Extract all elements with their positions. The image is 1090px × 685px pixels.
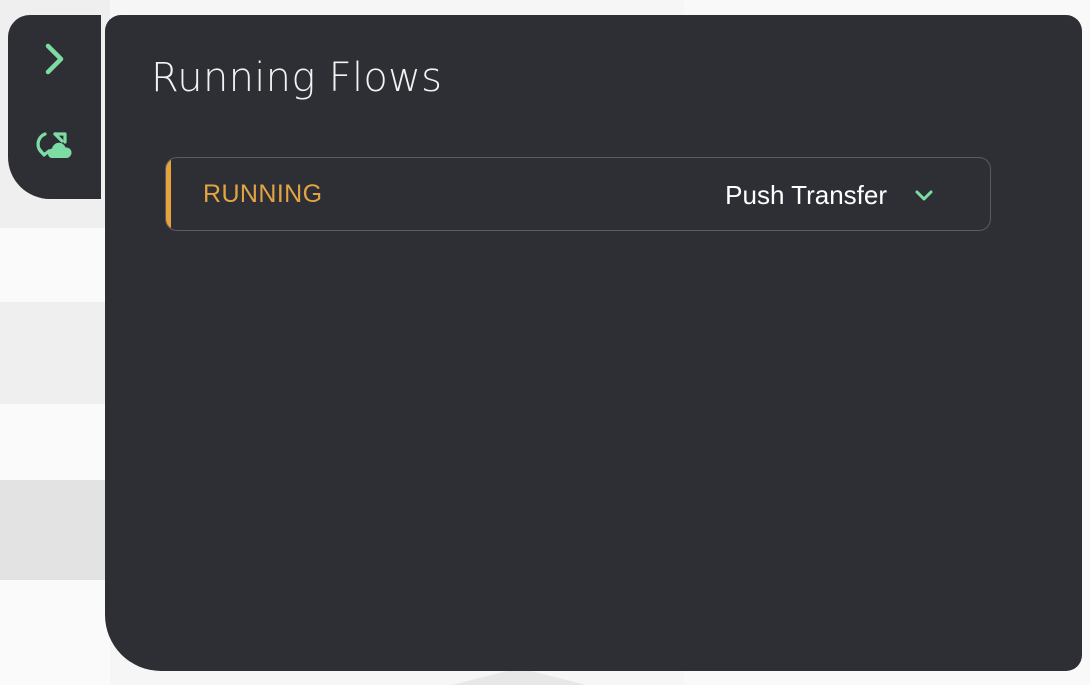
flow-status-accent bbox=[166, 158, 171, 230]
side-toolbar bbox=[8, 15, 101, 199]
page: Running Flows RUNNING Push Transfer bbox=[0, 0, 1090, 685]
expand-panel-button[interactable] bbox=[8, 29, 101, 89]
cloud-sync-icon bbox=[35, 132, 72, 158]
flow-name: Push Transfer bbox=[725, 180, 887, 210]
background-row bbox=[0, 580, 110, 685]
flow-status: RUNNING bbox=[203, 180, 323, 208]
running-flows-panel: Running Flows RUNNING Push Transfer bbox=[105, 15, 1082, 671]
background-row bbox=[0, 228, 110, 302]
chevron-down-icon bbox=[915, 190, 933, 201]
background-row bbox=[0, 302, 110, 404]
flow-item[interactable]: RUNNING Push Transfer bbox=[165, 157, 991, 231]
background-row bbox=[0, 404, 110, 480]
expand-flow-button[interactable] bbox=[912, 184, 936, 208]
background-row bbox=[0, 480, 110, 580]
chevron-right-icon bbox=[45, 43, 63, 75]
panel-title: Running Flows bbox=[151, 55, 443, 101]
running-flows-button[interactable] bbox=[8, 115, 101, 175]
